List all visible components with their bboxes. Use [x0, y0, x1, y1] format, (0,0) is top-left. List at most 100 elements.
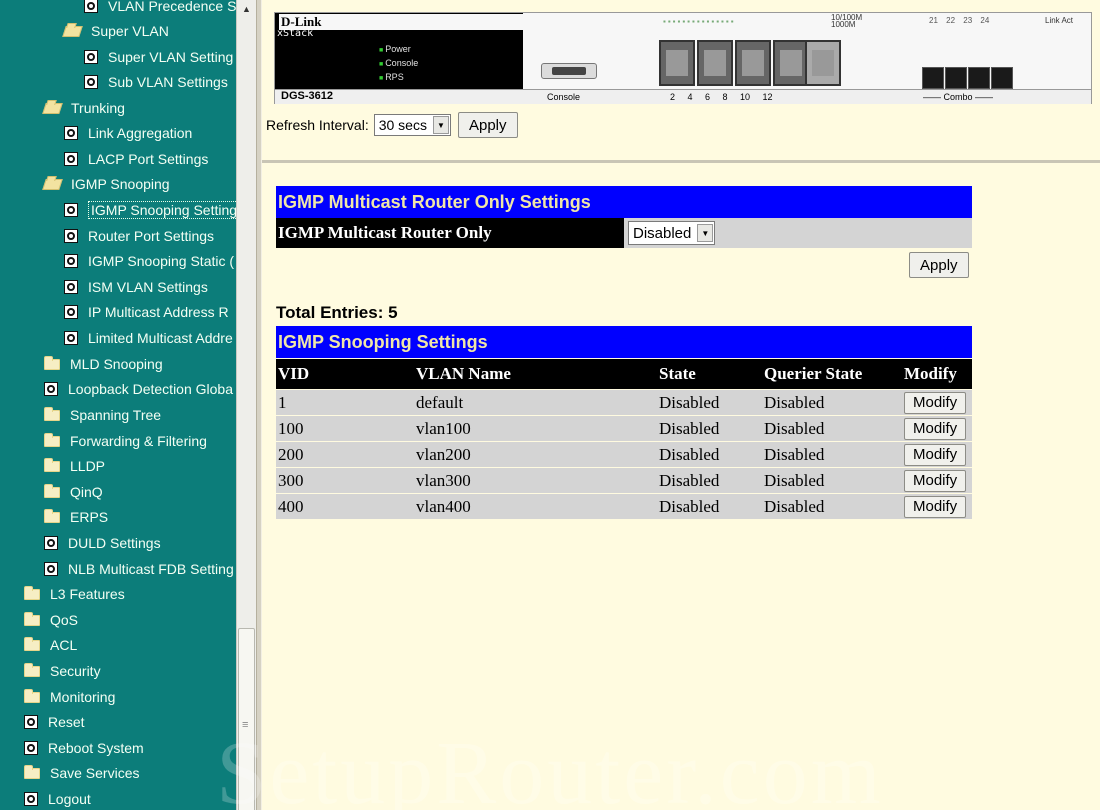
- tree-item-igmp-snooping-static[interactable]: IGMP Snooping Static (: [64, 249, 234, 273]
- page-icon: [64, 126, 78, 140]
- vlan-name-cell: vlan200: [414, 442, 657, 467]
- tree-item-label: QinQ: [70, 484, 103, 500]
- tree-item-l3-features[interactable]: L3 Features: [24, 582, 125, 606]
- tree-item-qos[interactable]: QoS: [24, 608, 78, 632]
- vid-cell: 300: [276, 468, 414, 493]
- tree-item-limited-multicast-addre[interactable]: Limited Multicast Addre: [64, 326, 233, 350]
- combo-label: —— Combo ——: [923, 92, 994, 102]
- tree-item-lldp[interactable]: LLDP: [44, 454, 105, 478]
- scroll-thumb[interactable]: [238, 628, 255, 810]
- tree-item-reset[interactable]: Reset: [24, 710, 85, 734]
- port-icon[interactable]: [735, 40, 771, 86]
- tree-item-router-port-settings[interactable]: Router Port Settings: [64, 224, 214, 248]
- page-icon: [84, 50, 98, 64]
- state-cell: Disabled: [657, 390, 762, 415]
- tree-item-label: IGMP Snooping Setting: [88, 201, 236, 219]
- model-label: DGS-3612: [281, 90, 333, 102]
- querier-state-cell: Disabled: [762, 416, 902, 441]
- router-only-value-cell: Disabled ▼: [628, 221, 716, 245]
- tree-item-label: ERPS: [70, 509, 109, 525]
- port-icon[interactable]: [697, 40, 733, 86]
- folder-open-icon: [62, 25, 83, 37]
- tree-item-label: QoS: [50, 612, 79, 628]
- tree-item-label: Super VLAN Setting: [108, 49, 234, 65]
- modify-button[interactable]: Modify: [904, 443, 967, 466]
- router-only-apply-button[interactable]: Apply: [909, 252, 969, 278]
- tree-item-igmp-snooping-setting[interactable]: IGMP Snooping Setting: [64, 198, 236, 222]
- tree-item-forwarding-filtering[interactable]: Forwarding & Filtering: [44, 429, 207, 453]
- tree-item-duld-settings[interactable]: DULD Settings: [44, 531, 161, 555]
- header-frame: D-Link xStack Power Console RPS ▪▪▪▪▪▪▪▪…: [262, 0, 1100, 163]
- modify-button[interactable]: Modify: [904, 495, 967, 518]
- state-cell: Disabled: [657, 468, 762, 493]
- tree-item-super-vlan[interactable]: Super VLAN: [62, 19, 169, 43]
- link-act-legend: Link Act: [1045, 16, 1074, 25]
- router-only-key: IGMP Multicast Router Only: [276, 218, 624, 248]
- tree-item-label: Forwarding & Filtering: [70, 433, 207, 449]
- tree-item-reboot-system[interactable]: Reboot System: [24, 736, 144, 760]
- tree-item-ip-multicast-address-r[interactable]: IP Multicast Address R: [64, 300, 229, 324]
- table-row: 200 vlan200 Disabled Disabled Modify: [276, 442, 972, 467]
- tree-item-link-aggregation[interactable]: Link Aggregation: [64, 121, 192, 145]
- folder-icon: [24, 662, 40, 677]
- modify-button[interactable]: Modify: [904, 391, 967, 414]
- combo-sfp-port[interactable]: [922, 67, 944, 89]
- tree-item-vlan-precedence-s[interactable]: VLAN Precedence S: [84, 0, 236, 18]
- refresh-apply-button[interactable]: Apply: [457, 112, 518, 138]
- port-icon[interactable]: [659, 40, 695, 86]
- speed-legend-1000m: 1000M: [831, 20, 856, 29]
- tree-item-label: Save Services: [50, 765, 140, 781]
- router-only-select[interactable]: Disabled ▼: [628, 221, 716, 245]
- tree-item-qinq[interactable]: QinQ: [44, 480, 103, 504]
- tree-item-acl[interactable]: ACL: [24, 633, 77, 657]
- tree-item-super-vlan-setting[interactable]: Super VLAN Setting: [84, 45, 233, 69]
- tree-scrollbar[interactable]: ▲: [236, 0, 256, 810]
- tree-item-mld-snooping[interactable]: MLD Snooping: [44, 352, 163, 376]
- combo-sfp-port[interactable]: [945, 67, 967, 89]
- tree-item-label: Logout: [48, 791, 91, 807]
- column-header-modify: Modify: [902, 359, 972, 389]
- tree-item-save-services[interactable]: Save Services: [24, 761, 139, 785]
- tree-item-trunking[interactable]: Trunking: [42, 96, 125, 120]
- navigation-tree: VLAN Precedence S Super VLAN Super VLAN Se…: [0, 0, 236, 810]
- tree-item-sub-vlan-settings[interactable]: Sub VLAN Settings: [84, 70, 228, 94]
- page-icon: [64, 229, 78, 243]
- modify-cell: Modify: [902, 390, 972, 415]
- port-icon[interactable]: [773, 40, 809, 86]
- scroll-up-arrow-icon[interactable]: ▲: [237, 0, 256, 18]
- combo-sfp-port[interactable]: [968, 67, 990, 89]
- refresh-interval-select[interactable]: 30 secs ▼: [373, 114, 451, 136]
- tree-item-nlb-multicast-fdb-setting[interactable]: NLB Multicast FDB Setting: [44, 557, 234, 581]
- port-icon[interactable]: [805, 40, 841, 86]
- tree-item-igmp-snooping[interactable]: IGMP Snooping: [42, 172, 170, 196]
- dropdown-arrow-icon: ▼: [432, 116, 449, 134]
- tree-item-label: Spanning Tree: [70, 407, 162, 423]
- vlan-name-cell: vlan300: [414, 468, 657, 493]
- dropdown-arrow-icon: ▼: [697, 224, 714, 242]
- state-cell: Disabled: [657, 494, 762, 519]
- tree-item-spanning-tree[interactable]: Spanning Tree: [44, 403, 161, 427]
- tree-item-loopback-detection-globa[interactable]: Loopback Detection Globa: [44, 377, 233, 401]
- tree-item-label: Super VLAN: [91, 23, 169, 39]
- console-label: Console: [547, 92, 581, 102]
- page-icon: [64, 305, 78, 319]
- series-label: xStack: [277, 28, 314, 39]
- tree-item-monitoring[interactable]: Monitoring: [24, 685, 115, 709]
- tree-item-ism-vlan-settings[interactable]: ISM VLAN Settings: [64, 275, 208, 299]
- vlan-name-cell: vlan100: [414, 416, 657, 441]
- tree-item-lacp-port-settings[interactable]: LACP Port Settings: [64, 147, 208, 171]
- modify-cell: Modify: [902, 416, 972, 441]
- modify-cell: Modify: [902, 468, 972, 493]
- folder-icon: [24, 585, 40, 600]
- combo-sfp-port[interactable]: [991, 67, 1013, 89]
- state-cell: Disabled: [657, 442, 762, 467]
- refresh-interval-label: Refresh Interval:: [266, 117, 369, 133]
- modify-button[interactable]: Modify: [904, 417, 967, 440]
- port-numbers: 2 4 6 8 10 12: [670, 92, 773, 102]
- tree-item-logout[interactable]: Logout: [24, 787, 91, 810]
- tree-item-security[interactable]: Security: [24, 659, 101, 683]
- page-icon: [64, 254, 78, 268]
- router-only-row: IGMP Multicast Router Only Disabled ▼: [276, 218, 972, 248]
- modify-button[interactable]: Modify: [904, 469, 967, 492]
- tree-item-erps[interactable]: ERPS: [44, 505, 108, 529]
